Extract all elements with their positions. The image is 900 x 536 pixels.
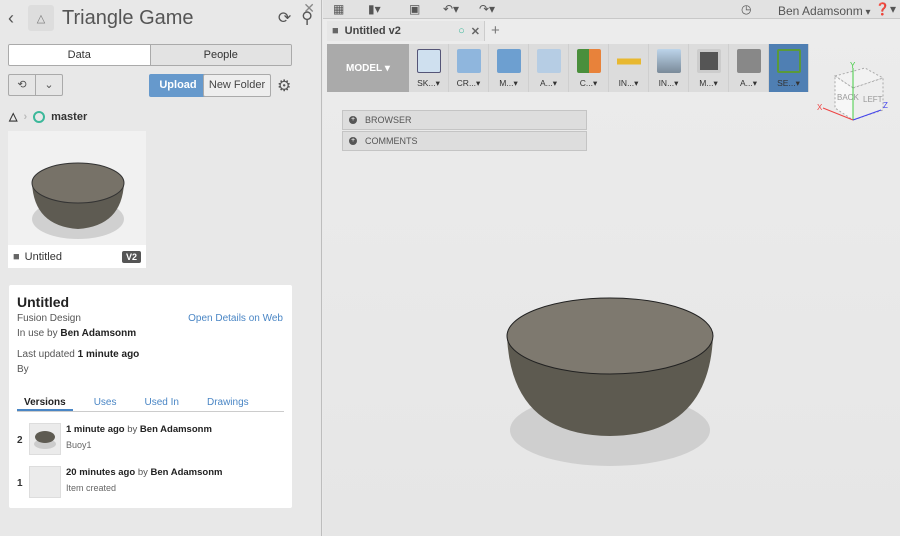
project-title: Triangle Game (62, 6, 194, 29)
refresh-icon[interactable]: ⟳ (278, 8, 291, 28)
addins-tool[interactable]: A...▾ (729, 44, 769, 92)
branch-label[interactable]: master (51, 111, 87, 123)
project-icon: △ (28, 5, 54, 31)
breadcrumb: △ › master (9, 110, 88, 123)
assemble-tool[interactable]: A...▾ (529, 44, 569, 92)
expand-icon: + (349, 137, 357, 145)
version-badge: V2 (121, 250, 141, 263)
svg-text:BACK: BACK (837, 93, 859, 102)
bowl-thumbnail-image (31, 162, 125, 239)
bowl-model[interactable] (503, 290, 723, 480)
create-tool[interactable]: CR...▾ (449, 44, 489, 92)
browser-panel[interactable]: + BROWSER (342, 110, 587, 130)
last-updated: Last updated 1 minute ago (17, 349, 140, 360)
svg-text:X: X (817, 103, 823, 112)
modify-tool[interactable]: M...▾ (489, 44, 529, 92)
data-panel: ‹ △ Triangle Game ⟳ ⚲ ✕ Data People ⟲ ⌄ U… (0, 0, 322, 536)
construct-tool[interactable]: C...▾ (569, 44, 609, 92)
svg-text:Y: Y (850, 61, 856, 70)
version-thumbnail (29, 466, 61, 498)
tab-drawings[interactable]: Drawings (200, 397, 256, 411)
sketch-icon (416, 49, 441, 73)
history-icon[interactable]: ⟲ (9, 75, 36, 95)
new-folder-button[interactable]: New Folder (203, 74, 271, 97)
user-menu[interactable]: Ben Adamsonm ▾ (778, 4, 871, 18)
hub-icon[interactable]: △ (9, 110, 17, 123)
plane-icon (576, 49, 601, 73)
svg-text:Z: Z (883, 101, 888, 110)
close-icon[interactable]: ✕ (303, 0, 315, 17)
viewcube[interactable]: BACK LEFT Y X Z (813, 58, 893, 128)
expand-icon: + (349, 116, 357, 124)
tab-people[interactable]: People (150, 45, 291, 65)
in-use-by: In use by Ben Adamsonm (17, 328, 137, 339)
design-name: Untitled (24, 250, 62, 263)
inspect-tool[interactable]: IN...▾ (609, 44, 649, 92)
version-row[interactable]: 2 1 minute ago by Ben Adamsonm Buoy1 (17, 423, 287, 457)
tab-used-in[interactable]: Used In (138, 397, 186, 411)
back-icon[interactable]: ‹ (8, 8, 28, 29)
details-title: Untitled (17, 294, 70, 310)
undo-icon[interactable]: ↶▾ (443, 2, 459, 16)
3d-print-icon (696, 49, 721, 73)
help-icon[interactable]: ❓▾ (875, 2, 896, 16)
by-label: By (17, 364, 29, 375)
gear-icon[interactable]: ⚙ (277, 76, 291, 96)
insert-tool[interactable]: IN...▾ (649, 44, 689, 92)
assemble-icon (536, 49, 561, 73)
save-icon[interactable]: ▣ (409, 2, 420, 16)
design-icon: ■ (13, 250, 20, 263)
select-tool[interactable]: SE...▾ (769, 44, 809, 92)
file-menu-icon[interactable]: ▮▾ (368, 2, 381, 16)
workspace-dropdown[interactable]: MODEL ▾ (327, 44, 409, 92)
redo-icon[interactable]: ↷▾ (479, 2, 495, 16)
branch-icon (33, 110, 46, 123)
tab-data[interactable]: Data (9, 45, 151, 65)
toolbar: MODEL ▾ SK...▾ CR...▾ M...▾ A...▾ C...▾ … (327, 44, 809, 92)
design-thumbnail[interactable]: ■ Untitled V2 (8, 131, 146, 268)
make-tool[interactable]: M...▾ (689, 44, 729, 92)
extrude-icon (456, 49, 481, 73)
close-tab-icon[interactable]: ✕ (471, 25, 480, 38)
details-card: Untitled Fusion Design Open Details on W… (9, 285, 292, 508)
version-thumbnail (29, 423, 61, 455)
canvas-area: ▦ ▮▾ ▣ ↶▾ ↷▾ ◷ Ben Adamsonm ▾ ❓▾ ■ Untit… (323, 0, 900, 536)
open-details-link[interactable]: Open Details on Web (188, 313, 283, 324)
measure-icon (616, 49, 641, 73)
job-status-icon[interactable]: ◷ (741, 2, 751, 16)
apps-grid-icon[interactable]: ▦ (333, 2, 344, 16)
scripts-icon (736, 49, 761, 73)
select-icon (776, 49, 801, 73)
svg-text:LEFT: LEFT (863, 95, 883, 104)
design-type: Fusion Design (17, 313, 81, 324)
upload-button[interactable]: Upload (149, 74, 207, 97)
version-row[interactable]: 1 20 minutes ago by Ben Adamsonm Item cr… (17, 466, 287, 500)
insert-image-icon (656, 49, 681, 73)
tab-versions[interactable]: Versions (17, 397, 73, 411)
document-tab[interactable]: ■ Untitled v2 ○ ✕ (327, 21, 485, 41)
push-pull-icon (496, 49, 521, 73)
new-tab-icon[interactable]: + (491, 22, 500, 39)
sketch-tool[interactable]: SK...▾ (409, 44, 449, 92)
status-icon: ○ (458, 25, 465, 37)
design-icon: ■ (332, 25, 339, 37)
document-tab-label: Untitled v2 (344, 25, 401, 37)
comments-panel[interactable]: + COMMENTS (342, 131, 587, 151)
tab-uses[interactable]: Uses (87, 397, 124, 411)
chevron-down-icon[interactable]: ⌄ (36, 75, 62, 95)
